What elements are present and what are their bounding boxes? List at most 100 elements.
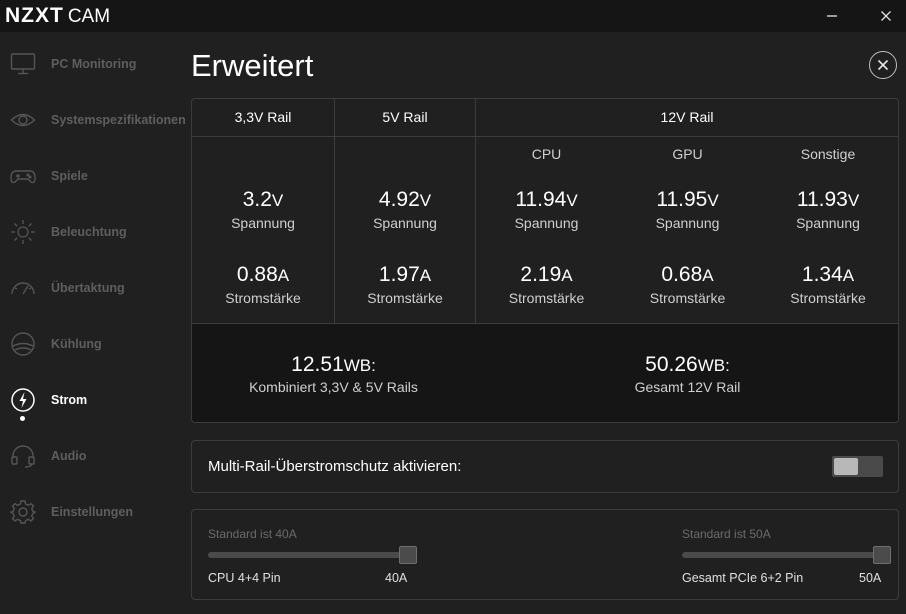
gpu-column: GPU 11.95V Spannung 0.68A Stromstärke (617, 136, 758, 322)
rail5-header: 5V Rail (382, 109, 428, 125)
other-current-value: 1.34 (801, 263, 843, 286)
headset-icon (10, 443, 36, 469)
gear-icon (10, 499, 36, 525)
combined-power: 12.51WB: (192, 353, 475, 377)
brand-sub: CAM (67, 6, 111, 27)
current-label: Stromstärke (790, 290, 866, 306)
sidebar-item-einstellungen[interactable]: Einstellungen (0, 490, 180, 534)
cpu-limit-handle[interactable] (399, 546, 417, 564)
other-current: 1.34A (758, 263, 898, 287)
brand-name: NZXT (5, 4, 64, 27)
rail5-current-value: 1.97 (378, 263, 420, 286)
rail-panel: 3,3V Rail 5V Rail 12V Rail 3.2V Spannung… (191, 98, 899, 423)
rail33-voltage: 3.2V (192, 188, 334, 212)
total12-power: 50.26WB: (546, 353, 829, 377)
amp-unit: A (842, 266, 855, 285)
sidebar-item-uebertaktung[interactable]: Übertaktung (0, 266, 180, 310)
cpu-voltage-value: 11.94 (515, 188, 567, 211)
rail33-column: 3.2V Spannung 0.88A Stromstärke (192, 136, 334, 322)
current-label: Stromstärke (508, 290, 585, 306)
cpu-limit-label: CPU 4+4 Pin (208, 571, 281, 585)
close-icon (877, 59, 889, 71)
sidebar-item-label: Einstellungen (51, 505, 133, 519)
protection-label: Multi-Rail-Überstromschutz aktivieren: (208, 458, 462, 475)
cpu-limit-hint: Standard ist 40A (208, 527, 297, 541)
protection-toggle[interactable] (832, 456, 883, 477)
power-unit: WB: (697, 356, 730, 375)
pcie-limit-slider[interactable] (682, 552, 882, 558)
sidebar-item-beleuchtung[interactable]: Beleuchtung (0, 210, 180, 254)
voltage-label: Spannung (514, 215, 579, 231)
sidebar-item-pc-monitoring[interactable]: PC Monitoring (0, 42, 180, 86)
gpu-header: GPU (672, 146, 703, 162)
gpu-current: 0.68A (617, 263, 758, 287)
total12-label: Gesamt 12V Rail (634, 379, 741, 395)
pcie-limit-handle[interactable] (873, 546, 891, 564)
gpu-voltage: 11.95V (617, 188, 758, 212)
active-indicator (20, 416, 25, 421)
toggle-knob (834, 458, 858, 475)
voltage-label: Spannung (655, 215, 720, 231)
gpu-voltage-value: 11.95 (656, 188, 708, 211)
current-label: Stromstärke (367, 290, 443, 306)
rail33-header: 3,3V Rail (234, 109, 292, 125)
voltage-label: Spannung (796, 215, 860, 231)
sidebar-item-label: Spiele (51, 169, 88, 183)
app-logo: NZXT CAM (5, 4, 110, 28)
sidebar-item-label: Strom (51, 393, 88, 407)
rail33-current: 0.88A (192, 263, 334, 287)
cpu-limit-value: 40A (385, 571, 408, 585)
sidebar-item-strom[interactable]: Strom (0, 378, 180, 422)
close-page-button[interactable] (869, 51, 897, 79)
cpu-column: CPU 11.94V Spannung 2.19A Stromstärke (476, 136, 617, 322)
total12-power-value: 50.26 (645, 353, 698, 376)
rail12-header: 12V Rail (660, 109, 714, 125)
sidebar-item-label: Audio (51, 449, 87, 463)
amp-unit: A (702, 266, 714, 285)
window-close-button[interactable] (866, 0, 906, 32)
minimize-icon (827, 15, 837, 17)
fan-icon (10, 331, 36, 357)
cpu-current-value: 2.19 (520, 263, 562, 286)
limits-panel: Standard ist 40A CPU 4+4 Pin 40A Standar… (191, 509, 899, 600)
amp-unit: A (419, 266, 432, 285)
rail-header-row: 3,3V Rail 5V Rail 12V Rail (192, 99, 898, 137)
combined-label: Kombiniert 3,3V & 5V Rails (249, 379, 418, 395)
amp-unit: A (561, 266, 573, 285)
current-label: Stromstärke (225, 290, 301, 306)
current-label: Stromstärke (649, 290, 726, 306)
eye-icon (10, 107, 36, 133)
sidebar-item-systemspezifikationen[interactable]: Systemspezifikationen (0, 98, 186, 142)
sidebar-item-label: Systemspezifikationen (51, 113, 186, 127)
other-header: Sonstige (800, 146, 856, 162)
pcie-limit-value: 50A (859, 571, 882, 585)
cpu-current: 2.19A (476, 263, 617, 287)
cpu-limit-slider[interactable] (208, 552, 408, 558)
other-voltage: 11.93V (758, 188, 898, 212)
rail5-voltage-value: 4.92 (378, 188, 420, 211)
combined-power-value: 12.51 (291, 353, 344, 376)
gpu-current-value: 0.68 (661, 263, 703, 286)
sidebar-item-label: Kühlung (51, 337, 102, 351)
page-title: Erweitert (191, 48, 314, 83)
sidebar-item-audio[interactable]: Audio (0, 434, 180, 478)
volt-unit: V (566, 191, 578, 210)
sidebar-item-kuehlung[interactable]: Kühlung (0, 322, 180, 366)
pcie-limit-hint: Standard ist 50A (682, 527, 771, 541)
voltage-label: Spannung (373, 215, 437, 231)
pcie-limit-label: Gesamt PCIe 6+2 Pin (682, 571, 804, 585)
rail5-current: 1.97A (335, 263, 475, 287)
volt-unit: V (847, 191, 860, 210)
sidebar-item-spiele[interactable]: Spiele (0, 154, 180, 198)
sun-icon (10, 219, 36, 245)
power-unit: WB: (343, 356, 376, 375)
gauge-icon (10, 275, 36, 301)
minimize-button[interactable] (812, 0, 852, 32)
rail5-voltage: 4.92V (335, 188, 475, 212)
lightning-icon (10, 387, 36, 413)
other-column: Sonstige 11.93V Spannung 1.34A Stromstär… (758, 136, 898, 322)
cpu-header: CPU (531, 146, 562, 162)
title-bar: NZXT CAM (0, 0, 906, 32)
voltage-label: Spannung (231, 215, 295, 231)
power-summary: 12.51WB: Kombiniert 3,3V & 5V Rails 50.2… (192, 323, 898, 422)
